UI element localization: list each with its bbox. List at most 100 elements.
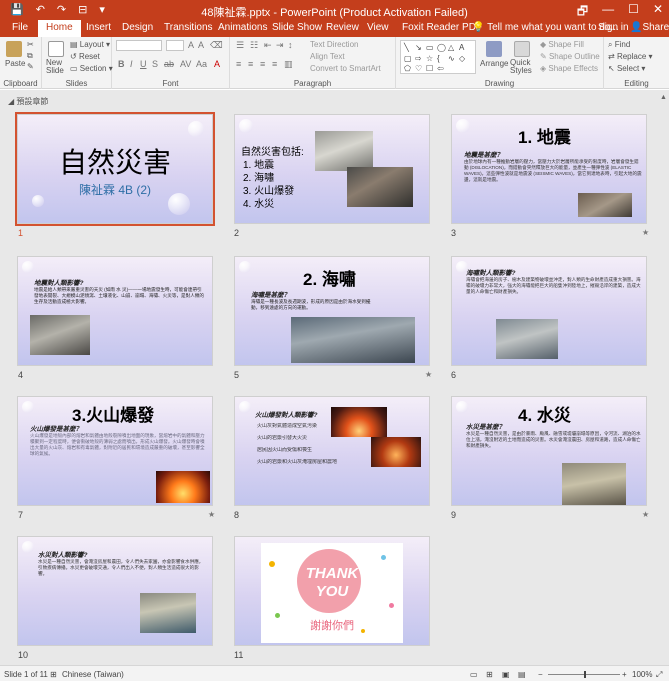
quick-styles-button[interactable]: Quick Styles	[510, 59, 536, 75]
zoom-level[interactable]: 100%	[632, 670, 652, 679]
select-button[interactable]: ↖ Select ▾	[608, 64, 645, 73]
oval-shape-icon[interactable]: ◯	[437, 43, 446, 52]
sign-in-link[interactable]: Sign in	[598, 22, 629, 33]
heart-shape-icon[interactable]: ♡	[415, 64, 422, 73]
normal-view-icon[interactable]: ▭	[470, 670, 478, 679]
align-right-icon[interactable]: ≡	[260, 59, 265, 69]
tab-design[interactable]: Design	[122, 22, 153, 33]
star-shape-icon[interactable]: ☆	[426, 54, 433, 63]
shadow-icon[interactable]: S	[152, 59, 158, 69]
slide-thumbnail-5[interactable]: 2. 海嘯 海嘯是甚麼？ 海嘯是一種長波及長週期波，形成的原因是由於海水受到擾動…	[234, 256, 430, 366]
font-size-box[interactable]	[166, 40, 184, 51]
rectangle-shape-icon[interactable]: ▭	[426, 43, 434, 52]
language-indicator[interactable]: Chinese (Taiwan)	[62, 670, 124, 679]
zoom-slider-handle[interactable]	[584, 671, 586, 678]
section-button[interactable]: ▭ Section ▾	[70, 64, 113, 73]
justify-icon[interactable]: ≡	[272, 59, 277, 69]
numbering-icon[interactable]: ☷	[250, 40, 258, 51]
bullets-icon[interactable]: ☰	[236, 40, 244, 51]
cut-icon[interactable]: ✂	[27, 40, 34, 49]
slide-thumbnail-7[interactable]: 3.火山爆發 火山爆發是甚麼？ 火山爆發是地殼內部的熔岩和氣體由地殼裂隙噴出地面…	[17, 396, 213, 506]
fit-to-window-icon[interactable]: ⤢	[656, 670, 662, 680]
format-painter-icon[interactable]: ✎	[27, 62, 34, 71]
text-direction-button[interactable]: Text Direction	[310, 40, 358, 49]
scroll-up-arrow-icon[interactable]: ▲	[660, 94, 667, 106]
find-button[interactable]: ⌕ Find	[608, 40, 630, 50]
tab-foxit-reader-pdf[interactable]: Foxit Reader PDF	[402, 22, 482, 33]
columns-icon[interactable]: ▥	[284, 59, 293, 70]
font-color-icon[interactable]: A	[214, 59, 220, 69]
decrease-indent-icon[interactable]: ⇤	[264, 40, 272, 51]
tab-view[interactable]: View	[367, 22, 389, 33]
slide-thumbnail-6[interactable]: 海嘯對人類影響? 海嘯會把海邊的房子、樹木及建築物破壞並沖走，對人類的生命財產造…	[451, 256, 647, 366]
slide-thumbnail-2[interactable]: 自然災害包括: 1. 地震 2. 海嘯 3. 火山爆發 4. 水災	[234, 114, 430, 224]
arrow-shape-icon[interactable]: ↘	[415, 43, 422, 52]
line-shape-icon[interactable]: ╲	[404, 43, 409, 52]
slide-thumbnail-1[interactable]: 自然災害 陳祉霖 4B (2)	[15, 112, 215, 226]
slide-thumbnail-10[interactable]: 水災對人類影響? 水災是一種自然災害，會淹沒房屋和農田，令人們失去家園，亦會影響…	[17, 536, 213, 646]
rounded-rect-shape-icon[interactable]: ▢	[404, 54, 412, 63]
curve-shape-icon[interactable]: ∿	[448, 54, 455, 63]
pentagon-shape-icon[interactable]: ⬠	[404, 64, 411, 73]
brace-shape-icon[interactable]: {	[437, 54, 440, 63]
reset-button[interactable]: ↺ Reset	[70, 52, 100, 61]
copy-icon[interactable]: ⧉	[27, 51, 33, 61]
share-button[interactable]: 👤Share	[630, 22, 669, 33]
transition-star-icon[interactable]: ★	[208, 510, 215, 519]
paste-icon[interactable]	[6, 41, 22, 57]
clear-formatting-icon[interactable]: ⌫	[210, 40, 223, 51]
slide-thumbnail-3[interactable]: 1. 地震 地震是甚麼？ 由於地球內有一種推動岩層的壓力，當壓力大於岩層所能承受…	[451, 114, 647, 224]
tab-transitions[interactable]: Transitions	[164, 22, 213, 33]
tell-me-box[interactable]: 💡 Tell me what you want to do...	[472, 22, 619, 33]
increase-indent-icon[interactable]: ⇥	[276, 40, 284, 51]
tab-slide-show[interactable]: Slide Show	[272, 22, 322, 33]
bold-icon[interactable]: B	[118, 59, 125, 69]
slide-thumbnail-4[interactable]: 地震對人類影響? 地震是給人類帶來嚴重災害的天災 (如雨 水 災)——一場地震發…	[17, 256, 213, 366]
char-spacing-icon[interactable]: AV	[180, 59, 191, 69]
triangle-shape-icon[interactable]: △	[448, 43, 454, 52]
shape-outline-button[interactable]: ✎ Shape Outline	[540, 52, 600, 61]
reading-view-icon[interactable]: ▣	[502, 670, 510, 679]
slide-thumbnail-11[interactable]: THANK YOU 謝謝你們	[234, 536, 430, 646]
tab-insert[interactable]: Insert	[86, 22, 111, 33]
shape-fill-button[interactable]: ◆ Shape Fill	[540, 40, 584, 49]
new-slide-icon[interactable]	[48, 41, 64, 57]
slide-thumbnail-9[interactable]: 4. 水災 水災是甚麼？ 水災是一種自然災害，是由於暴雨、颱風、融雪或堤壩崩塌等…	[451, 396, 647, 506]
increase-font-icon[interactable]: A	[188, 40, 194, 50]
section-header[interactable]: ◢ 預設章節	[8, 96, 48, 107]
vertical-scrollbar[interactable]: ▲	[659, 90, 667, 665]
right-arrow-shape-icon[interactable]: ⇨	[415, 54, 422, 63]
replace-button[interactable]: ⇄ Replace ▾	[608, 52, 653, 61]
align-text-button[interactable]: Align Text	[310, 52, 345, 61]
layout-button[interactable]: ▤ Layout ▾	[70, 40, 110, 49]
zoom-in-icon[interactable]: +	[622, 670, 627, 679]
tab-home[interactable]: Home	[38, 20, 81, 37]
italic-icon[interactable]: I	[130, 59, 133, 69]
transition-star-icon[interactable]: ★	[642, 510, 649, 519]
font-name-box[interactable]	[116, 40, 162, 51]
arrange-icon[interactable]	[486, 41, 502, 57]
callout-shape-icon[interactable]: ☐	[426, 64, 433, 73]
transition-star-icon[interactable]: ★	[425, 370, 432, 379]
shape-effects-button[interactable]: ◈ Shape Effects	[540, 64, 598, 73]
strikethrough-icon[interactable]: ab	[164, 59, 174, 69]
tab-animations[interactable]: Animations	[218, 22, 267, 33]
zoom-out-icon[interactable]: −	[538, 670, 543, 679]
underline-icon[interactable]: U	[140, 59, 147, 69]
tab-file[interactable]: File	[12, 22, 28, 33]
arrange-button[interactable]: Arrange	[480, 59, 508, 68]
quick-styles-icon[interactable]	[514, 41, 530, 57]
tab-review[interactable]: Review	[326, 22, 359, 33]
decrease-font-icon[interactable]: A	[198, 40, 204, 50]
diamond-shape-icon[interactable]: ◇	[459, 54, 465, 63]
textbox-shape-icon[interactable]: A	[459, 43, 464, 52]
line-spacing-icon[interactable]: ↕	[288, 40, 293, 50]
shapes-gallery[interactable]: ╲ ↘ ▭ ◯ △ A ▢ ⇨ ☆ { ∿ ◇ ⬠ ♡ ☐ ⇦	[400, 40, 476, 74]
slide-sorter-view-icon[interactable]: ⊞	[486, 670, 493, 679]
convert-smartart-button[interactable]: Convert to SmartArt	[310, 64, 381, 73]
align-center-icon[interactable]: ≡	[248, 59, 253, 69]
transition-star-icon[interactable]: ★	[642, 228, 649, 237]
left-arrow-shape-icon[interactable]: ⇦	[437, 64, 444, 73]
align-left-icon[interactable]: ≡	[236, 59, 241, 69]
change-case-icon[interactable]: Aa	[196, 59, 207, 69]
